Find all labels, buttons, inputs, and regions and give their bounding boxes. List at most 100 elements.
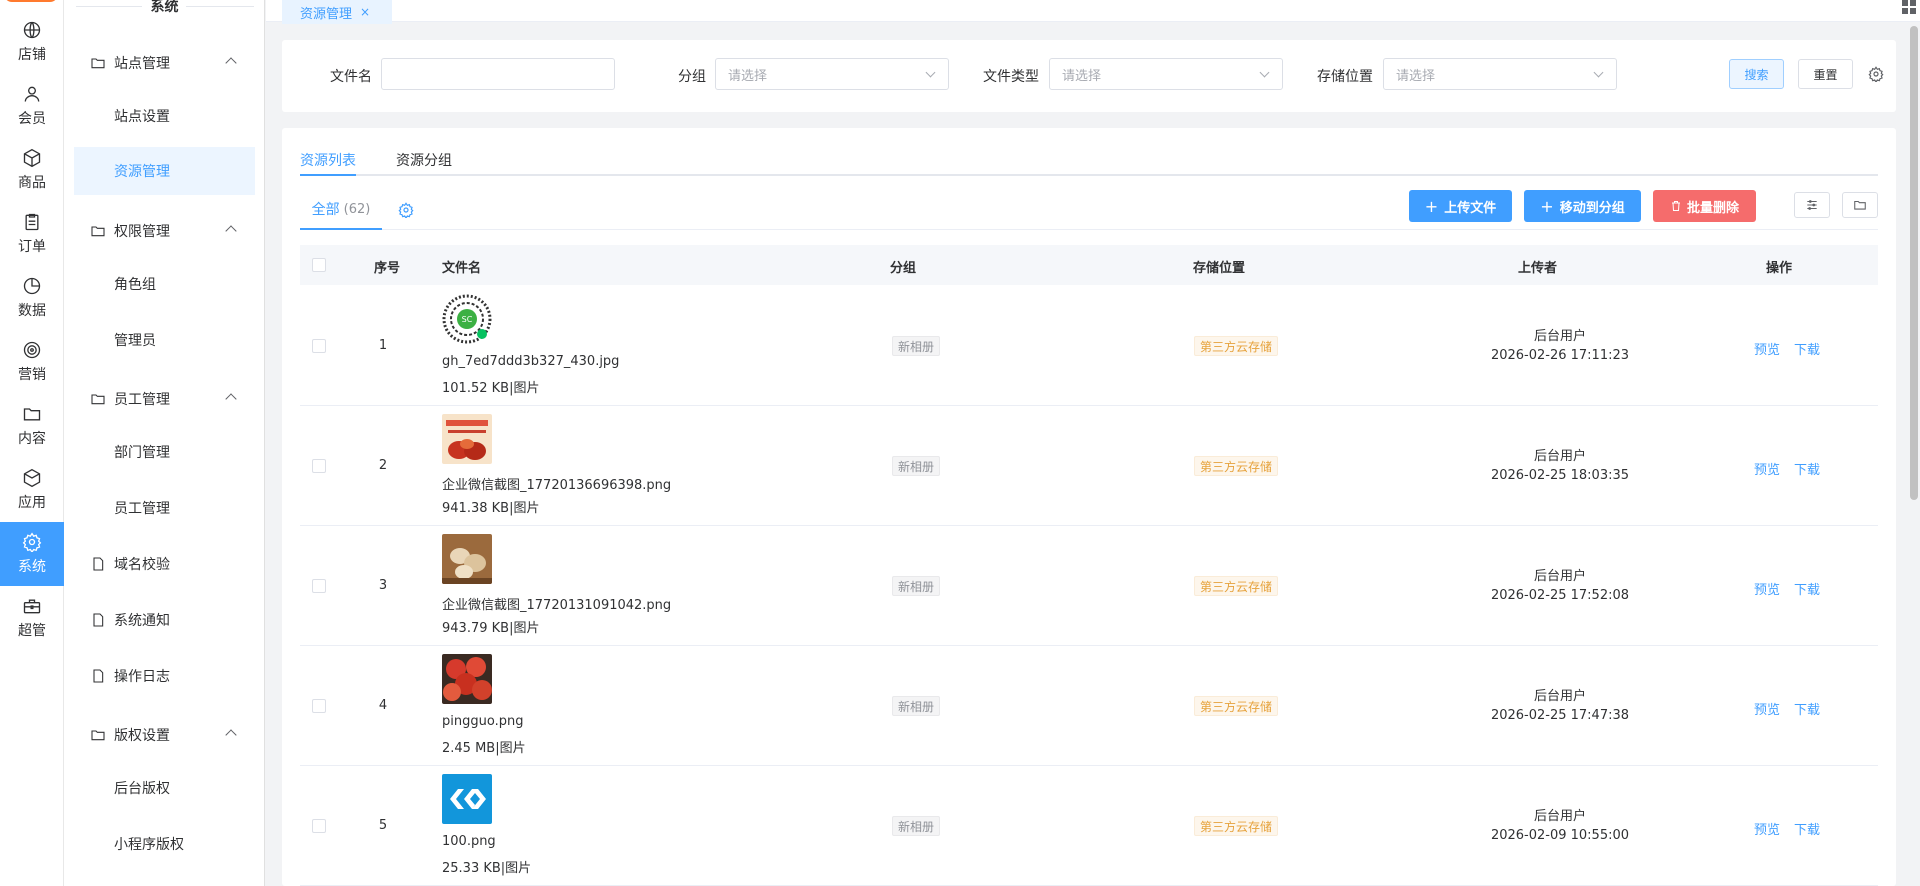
menu-label: 部门管理 [114, 445, 170, 461]
vertical-scrollbar[interactable] [1910, 26, 1918, 500]
food-poster-thumbnail[interactable] [442, 414, 492, 464]
menu-group-staff[interactable]: 员工管理 [74, 375, 255, 423]
folder-icon [1854, 200, 1866, 210]
close-icon[interactable]: × [360, 5, 370, 19]
download-link[interactable]: 下载 [1794, 579, 1820, 598]
menu-group-site[interactable]: 站点管理 [74, 39, 255, 87]
tab-resource-groups[interactable]: 资源分组 [396, 150, 452, 170]
col-group: 分组 [890, 261, 917, 276]
table-header: 序号 文件名 分组 存储位置 上传者 操作 [300, 245, 1878, 285]
folder-view-button[interactable] [1842, 192, 1878, 218]
reset-button[interactable]: 重置 [1798, 59, 1853, 89]
row-checkbox[interactable] [312, 699, 326, 713]
menu-item-domain-verify[interactable]: 域名校验 [74, 540, 255, 588]
file-size: 943.79 KB|图片 [442, 621, 540, 636]
rail-item-apps[interactable]: 应用 [0, 458, 64, 522]
gear-icon [22, 532, 42, 552]
select-all-checkbox[interactable] [312, 258, 326, 272]
preview-link[interactable]: 预览 [1754, 459, 1780, 478]
menu-label: 站点设置 [114, 109, 170, 125]
move-to-group-button[interactable]: + 移动到分组 [1524, 190, 1641, 222]
preview-link[interactable]: 预览 [1754, 699, 1780, 718]
gear-icon[interactable] [1868, 66, 1884, 82]
tab-bar: 资源管理 × [266, 0, 1920, 24]
blue-logo-thumbnail[interactable] [442, 774, 492, 824]
gear-icon[interactable] [398, 202, 414, 218]
storage-placeholder: 请选择 [1396, 68, 1436, 84]
menu-item-miniapp-copyright[interactable]: 小程序版权 [74, 820, 255, 868]
menu-label: 管理员 [114, 333, 156, 349]
menu-label: 后台版权 [114, 781, 170, 797]
row-index: 2 [378, 458, 388, 473]
rail-item-goods[interactable]: 商品 [0, 138, 64, 202]
qr-code-thumbnail[interactable]: SC [442, 294, 492, 344]
rail-item-data[interactable]: 数据 [0, 266, 64, 330]
menu-item-admin-copyright[interactable]: 后台版权 [74, 764, 255, 812]
file-size: 2.45 MB|图片 [442, 741, 526, 756]
delete-label: 批量删除 [1686, 200, 1739, 216]
batch-delete-button[interactable]: 批量删除 [1653, 190, 1756, 222]
menu-item-system-notice[interactable]: 系统通知 [74, 596, 255, 644]
download-link[interactable]: 下载 [1794, 339, 1820, 358]
table-row: 4 pingguo.png 2.45 MB|图片 新相册 第三方云存储 后台用户… [300, 646, 1878, 766]
menu-item-departments[interactable]: 部门管理 [74, 428, 255, 476]
divider [186, 6, 254, 7]
row-index: 3 [378, 578, 388, 593]
row-checkbox[interactable] [312, 579, 326, 593]
col-uploader: 上传者 [1518, 261, 1558, 276]
group-placeholder: 请选择 [728, 68, 768, 84]
storage-select[interactable]: 请选择 [1383, 58, 1617, 90]
file-type-select[interactable]: 请选择 [1049, 58, 1283, 90]
filename-input[interactable] [381, 58, 615, 90]
rail-item-superadmin[interactable]: 超管 [0, 586, 64, 650]
toolbox-icon [23, 599, 41, 614]
uploader-name: 后台用户 [1533, 809, 1586, 824]
row-checkbox[interactable] [312, 459, 326, 473]
storage-label: 存储位置 [1317, 69, 1373, 85]
group-tag: 新相册 [892, 696, 941, 716]
tab-resource-list[interactable]: 资源列表 [300, 150, 356, 170]
plus-icon: + [1424, 196, 1439, 216]
tab-all[interactable]: 全部 (62) [300, 190, 382, 230]
upload-time: 2026-02-25 17:52:08 [1490, 588, 1630, 603]
preview-link[interactable]: 预览 [1754, 819, 1780, 838]
menu-group-permissions[interactable]: 权限管理 [74, 207, 255, 255]
group-tag: 新相册 [892, 336, 941, 356]
grid-icon[interactable] [1902, 0, 1916, 14]
rail-item-member[interactable]: 会员 [0, 74, 64, 138]
mushroom-thumbnail[interactable] [442, 534, 492, 584]
menu-item-site-settings[interactable]: 站点设置 [74, 92, 255, 140]
preview-link[interactable]: 预览 [1754, 579, 1780, 598]
rail-item-marketing[interactable]: 营销 [0, 330, 64, 394]
download-link[interactable]: 下载 [1794, 699, 1820, 718]
rail-item-order[interactable]: 订单 [0, 202, 64, 266]
tab-resource-management[interactable]: 资源管理 × [282, 0, 392, 24]
menu-item-staff[interactable]: 员工管理 [74, 484, 255, 532]
menu-item-admins[interactable]: 管理员 [74, 316, 255, 364]
filter-settings-button[interactable] [1794, 192, 1830, 218]
menu-item-role-groups[interactable]: 角色组 [74, 260, 255, 308]
rail-item-store[interactable]: 店铺 [0, 10, 64, 74]
menu-group-copyright[interactable]: 版权设置 [74, 711, 255, 759]
chevron-down-icon [1593, 67, 1604, 78]
uploader-name: 后台用户 [1533, 569, 1586, 584]
chevron-up-icon [225, 729, 237, 741]
preview-link[interactable]: 预览 [1754, 339, 1780, 358]
download-link[interactable]: 下载 [1794, 819, 1820, 838]
search-button[interactable]: 搜索 [1729, 59, 1784, 89]
upload-file-button[interactable]: + 上传文件 [1409, 190, 1512, 222]
menu-item-resource-management[interactable]: 资源管理 [74, 147, 255, 195]
apples-thumbnail[interactable] [442, 654, 492, 704]
menu-item-operation-log[interactable]: 操作日志 [74, 652, 255, 700]
menu-title: 系统 [150, 0, 179, 15]
download-link[interactable]: 下载 [1794, 459, 1820, 478]
document-icon [93, 557, 104, 571]
row-checkbox[interactable] [312, 339, 326, 353]
group-select[interactable]: 请选择 [715, 58, 949, 90]
menu-label: 员工管理 [114, 501, 170, 517]
rail-item-content[interactable]: 内容 [0, 394, 64, 458]
user-icon [24, 86, 40, 102]
row-checkbox[interactable] [312, 819, 326, 833]
table-row: 1 SC gh_7ed7ddd3b327_430.jpg 101.52 KB|图… [300, 286, 1878, 406]
rail-item-system[interactable]: 系统 [0, 522, 64, 586]
